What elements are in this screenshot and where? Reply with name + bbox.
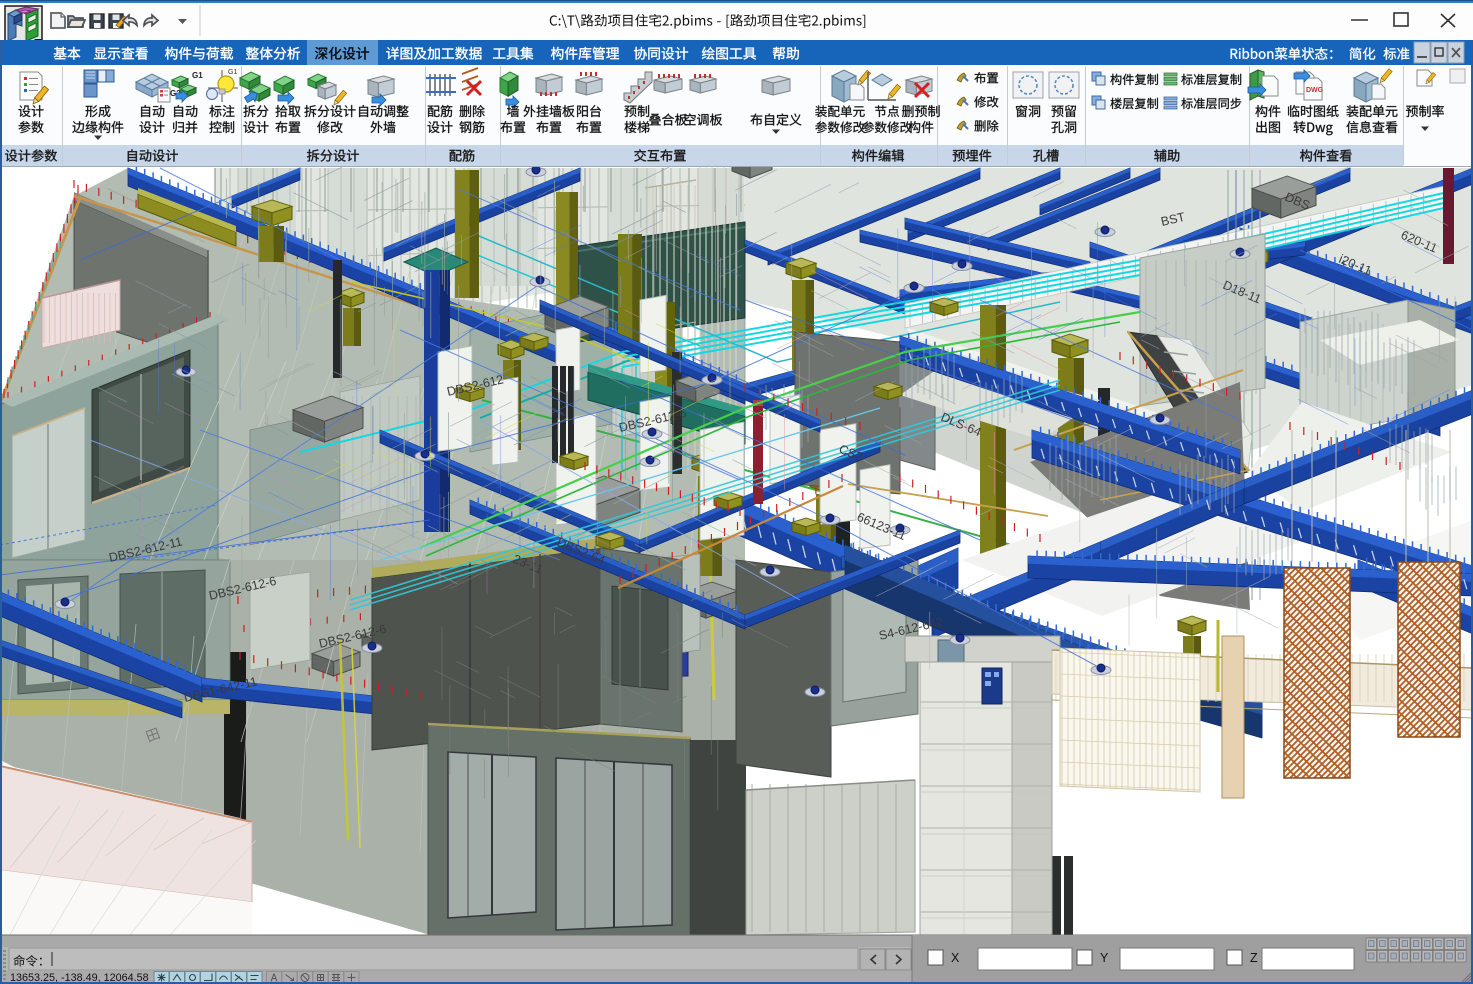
svg-text:Y: Y	[1100, 951, 1109, 965]
svg-text:DWG: DWG	[1306, 87, 1324, 94]
svg-text:G1: G1	[228, 69, 237, 76]
svg-text:G1: G1	[192, 71, 203, 80]
svg-text:Z: Z	[1250, 951, 1258, 965]
svg-text:X: X	[951, 951, 960, 965]
